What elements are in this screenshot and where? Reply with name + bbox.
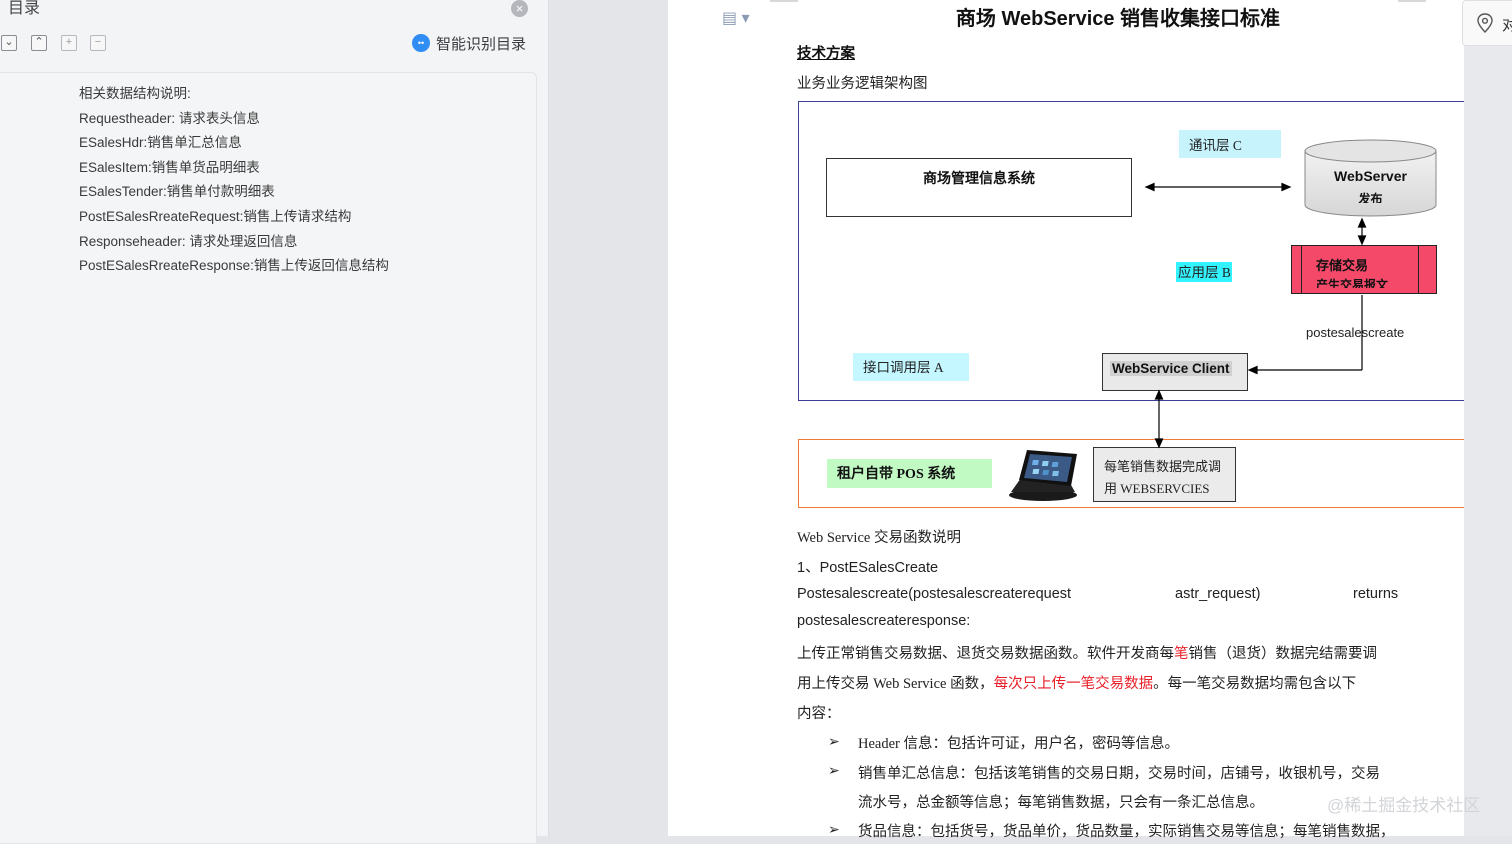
description-line: 内容： (797, 706, 841, 722)
architecture-heading: 业务业务逻辑架构图 (797, 76, 928, 92)
sale-complete-line: 用 WEBSERVCIES (1104, 481, 1210, 496)
document-title: 商场 WebService 销售收集接口标准 (955, 8, 1281, 30)
location-pin-icon (1477, 13, 1493, 33)
collapse-all-button[interactable]: ⌃ (31, 35, 47, 51)
webserver-sub-label: 发布 (1358, 192, 1383, 203)
store-box-divider (1418, 245, 1419, 294)
section-heading: 技术方案 (797, 46, 855, 62)
add-level-button[interactable]: + (61, 35, 77, 51)
sale-complete-box: 每笔销售数据完成调 用 WEBSERVCIES (1093, 447, 1236, 502)
signature-part: Postesalescreate(postesalescreaterequest (797, 586, 1072, 602)
function-section-heading: Web Service 交易函数说明 (797, 530, 961, 546)
description-line: 上传正常销售交易数据、退货交易数据函数。软件开发商每笔销售（退货）数据完结需要调 (797, 642, 1377, 663)
description-text: 销售（退货）数据完结需要调 (1188, 646, 1378, 662)
bullet-text: Header 信息：包括许可证，用户名，密码等信息。 (858, 736, 1179, 752)
remove-level-button[interactable]: − (90, 35, 106, 51)
outline-list: 相关数据结构说明: Requestheader: 请求表头信息 ESalesHd… (79, 82, 389, 279)
outline-item[interactable]: ESalesTender:销售单付款明细表 (79, 180, 389, 205)
bullet-arrow-icon: ➢ (828, 821, 840, 837)
expand-all-button[interactable]: ⌄ (1, 35, 17, 51)
pos-system-label: 租户自带 POS 系统 (827, 459, 992, 488)
description-highlight: 每次只上传一笔交易数据 (993, 676, 1154, 692)
right-margin (1464, 0, 1512, 836)
description-text: 。每一笔交易数据均需包含以下 (1153, 676, 1357, 692)
outline-item[interactable]: PostESalesRreateResponse:销售上传返回信息结构 (79, 254, 389, 279)
close-icon[interactable]: × (511, 0, 528, 17)
description-text: 上传正常销售交易数据、退货交易数据函数。软件开发商每 (797, 646, 1174, 662)
signature-part: postesalescreateresponse: (797, 613, 971, 629)
description-line: 用上传交易 Web Service 函数，每次只上传一笔交易数据。每一笔交易数据… (797, 672, 1356, 693)
description-highlight: 笔 (1174, 646, 1189, 662)
signature-part: astr_request) (1175, 586, 1261, 602)
outline-title: 目录 (8, 0, 41, 17)
bullet-text: 销售单汇总信息：包括该笔销售的交易日期，交易时间，店铺号，收银机号，交易 (858, 766, 1380, 782)
signature-part: returns (1353, 586, 1399, 602)
postesalescreate-label: postesalescreate (1306, 325, 1405, 340)
webserver-label: WebServer (1334, 168, 1407, 184)
outline-item[interactable]: Requestheader: 请求表头信息 (79, 107, 389, 132)
pos-terminal-image (1009, 450, 1077, 501)
watermark: @稀土掘金技术社区 (1327, 796, 1481, 815)
api-layer-label: 接口调用层 A (853, 353, 969, 381)
bullet-arrow-icon: ➢ (828, 733, 840, 749)
outline-item[interactable]: PostESalesRreateRequest:销售上传请求结构 (79, 205, 389, 230)
outline-item[interactable]: ESalesItem:销售单货品明细表 (79, 156, 389, 181)
smart-outline-label: 智能识别目录 (436, 35, 527, 53)
store-box-divider (1301, 245, 1302, 294)
comm-layer-label: 通讯层 C (1179, 130, 1281, 158)
app-layer-label: 应用层 B (1176, 262, 1232, 282)
function-name: 1、PostESalesCreate (797, 560, 939, 576)
store-transaction-sub-label: 产生交易报文 (1316, 278, 1389, 288)
bullet-arrow-icon: ➢ (828, 762, 840, 778)
outline-item[interactable]: 相关数据结构说明: (79, 82, 389, 107)
smart-recognize-icon: •• (412, 34, 430, 52)
sale-complete-line: 每笔销售数据完成调 (1104, 459, 1222, 474)
store-transaction-label: 存储交易 (1316, 258, 1369, 273)
outline-item[interactable]: ESalesHdr:销售单汇总信息 (79, 131, 389, 156)
floating-panel-label: 对 (1502, 17, 1512, 34)
bullet-text: 流水号，总金额等信息；每笔销售数据，只会有一条汇总信息。 (858, 795, 1264, 811)
smart-outline-button[interactable]: •• 智能识别目录 (412, 33, 526, 53)
outline-item[interactable]: Responseheader: 请求处理返回信息 (79, 230, 389, 255)
mall-system-box: 商场管理信息系统 (826, 158, 1132, 217)
description-text: 用上传交易 Web Service 函数， (797, 676, 994, 692)
bullet-text: 货品信息：包括货号，货品单价，货品数量，实际销售交易等信息；每笔销售数据， (858, 824, 1395, 840)
webservice-client-label: WebService Client (1110, 361, 1232, 376)
